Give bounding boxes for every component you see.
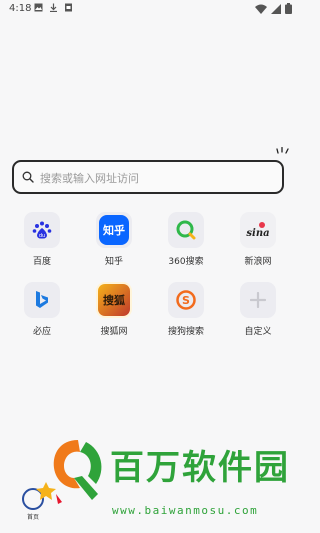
baidu-icon: du xyxy=(32,221,52,239)
quick-link-tile xyxy=(240,282,276,318)
wifi-icon xyxy=(255,4,267,14)
bing-icon xyxy=(36,291,48,308)
watermark-url: www.baiwanmosu.com xyxy=(112,504,259,517)
quick-link-label: 百度 xyxy=(32,257,51,267)
360-search-icon xyxy=(176,220,196,240)
quick-link-360-search[interactable]: 360搜索 xyxy=(156,212,216,267)
quick-link-tile xyxy=(24,282,60,318)
quick-link-tile: 搜狐 xyxy=(96,282,132,318)
battery-icon xyxy=(285,3,292,14)
quick-link-tile: sina xyxy=(240,212,276,248)
search-input[interactable] xyxy=(38,168,278,188)
zhihu-icon-glyph: 知乎 xyxy=(103,224,125,237)
quick-link-zhihu[interactable]: 知乎 知乎 xyxy=(84,212,144,267)
quick-link-label: 自定义 xyxy=(244,327,272,337)
sina-icon: sina xyxy=(246,222,270,239)
zhihu-icon: 知乎 xyxy=(99,215,129,245)
quick-link-label: 搜狐网 xyxy=(100,327,128,337)
search-box[interactable] xyxy=(12,160,284,194)
quick-link-custom[interactable]: 自定义 xyxy=(228,282,288,337)
search-icon xyxy=(22,171,34,183)
quick-link-baidu[interactable]: du 百度 xyxy=(12,212,72,267)
watermark-logo xyxy=(36,440,102,504)
document-icon xyxy=(65,3,72,12)
quick-link-sogou[interactable]: S 搜狗搜索 xyxy=(156,282,216,337)
watermark-text: 百万软件园 xyxy=(110,448,290,488)
quick-link-tile: 知乎 xyxy=(96,212,132,248)
quick-link-label: 知乎 xyxy=(104,257,123,267)
add-icon xyxy=(250,292,266,308)
download-icon xyxy=(50,3,57,12)
quick-link-bing[interactable]: 必应 xyxy=(12,282,72,337)
quick-link-tile xyxy=(168,212,204,248)
sparkle-icon xyxy=(276,147,289,154)
watermark: 百万软件园 www.baiwanmosu.com xyxy=(34,430,300,533)
quick-link-label: 新浪网 xyxy=(244,257,272,267)
quick-link-label: 必应 xyxy=(32,327,51,337)
cellular-icon xyxy=(271,3,281,14)
image-icon xyxy=(34,3,43,12)
sina-icon-glyph: sina xyxy=(246,228,269,239)
status-time: 4:18 xyxy=(9,3,32,14)
sohu-icon: 搜狐 xyxy=(98,284,130,316)
sohu-icon-glyph: 搜狐 xyxy=(103,294,125,307)
quick-link-label: 360搜索 xyxy=(168,257,204,267)
quick-link-sohu[interactable]: 搜狐 搜狐网 xyxy=(84,282,144,337)
svg-text:S: S xyxy=(182,294,190,307)
quick-link-sina[interactable]: sina 新浪网 xyxy=(228,212,288,267)
status-bar: 4:18 xyxy=(0,0,300,18)
sogou-icon: S xyxy=(176,290,196,310)
svg-text:du: du xyxy=(39,233,45,239)
quick-link-tile: S xyxy=(168,282,204,318)
quick-link-tile: du xyxy=(24,212,60,248)
quick-link-label: 搜狗搜索 xyxy=(167,327,204,337)
